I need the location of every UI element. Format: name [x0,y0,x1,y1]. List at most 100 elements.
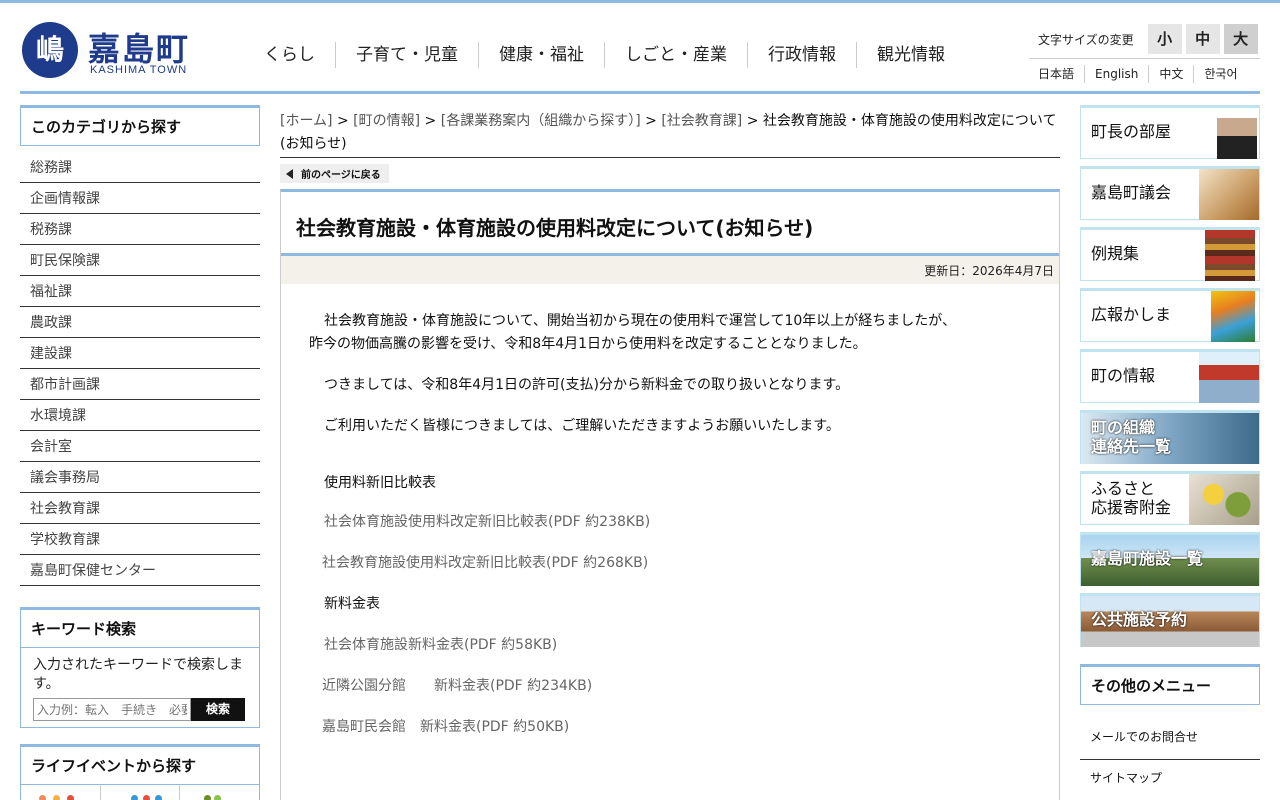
language-switcher: 日本語 English 中文 한국어 [1030,58,1260,83]
pdf-link-sports-comparison[interactable]: 社会体育施設使用料改定新旧比較表(PDF 約238KB) [309,511,1031,534]
magazine-icon [1211,291,1255,342]
keyword-search-description: 入力されたキーワードで検索します。 [33,657,243,692]
other-menu-contact-mail[interactable]: メールでのお問合せ [1080,719,1260,760]
lang-korean[interactable]: 한국어 [1193,65,1247,83]
category-item[interactable]: 水環境課 [20,400,260,431]
category-item[interactable]: 議会事務局 [20,462,260,493]
banner-kouhou[interactable]: 広報かしま [1080,288,1260,342]
banner-label-line-1: 町の組織 [1091,418,1156,437]
banner-facility-list[interactable]: 嘉島町施設一覧 [1080,532,1260,586]
nav-kanko[interactable]: 観光情報 [856,42,965,68]
banner-label: 町長の部屋 [1091,122,1172,141]
pdf-link-town-hall-fees[interactable]: 嘉島町民会館 新料金表(PDF 約50KB) [309,716,1031,739]
other-menu-title: その他のメニュー [1080,664,1260,705]
category-item[interactable]: 総務課 [20,152,260,183]
breadcrumb-home[interactable]: [ホーム] [280,113,333,129]
nav-shigoto[interactable]: しごと・産業 [604,42,747,68]
pdf-link-sports-new-fees[interactable]: 社会体育施設新料金表(PDF 約58KB) [309,634,1031,657]
article-body: 社会教育施設・体育施設について、開始当初から現在の使用料で運営して10年以上が経… [281,284,1059,739]
category-list: 総務課 企画情報課 税務課 町民保険課 福祉課 農政課 建設課 都市計画課 水環… [20,152,260,586]
banner-label: 町の組織 連絡先一覧 [1091,418,1171,456]
category-item[interactable]: 都市計画課 [20,369,260,400]
banner-facility-reservation[interactable]: 公共施設予約 [1080,593,1260,647]
keyword-search-box: キーワード検索 入力されたキーワードで検索します。 検索 [20,607,260,728]
other-menu-list: メールでのお問合せ サイトマップ [1080,719,1260,800]
council-photo-icon [1199,169,1259,220]
category-item[interactable]: 嘉島町保健センター [20,555,260,586]
pdf-link-park-annex-fees[interactable]: 近隣公園分館 新料金表(PDF 約234KB) [309,675,1031,698]
mayor-photo-icon [1217,108,1257,159]
font-size-small-button[interactable]: 小 [1147,24,1182,54]
banner-label-line-2: 応援寄附金 [1091,498,1172,517]
breadcrumb-social-education[interactable]: [社会教育課] [661,113,742,129]
keyword-search-input[interactable] [33,698,191,721]
category-title: このカテゴリから探す [20,105,260,146]
banner-label: ふるさと 応援寄附金 [1091,479,1171,517]
updated-date: 更新日：2026年4月7日 [281,256,1059,284]
font-size-switcher: 文字サイズの変更 小 中 大 [1038,24,1258,54]
other-menu-sitemap[interactable]: サイトマップ [1080,760,1260,800]
breadcrumb: [ホーム] > [町の情報] > [各課業務案内（組織から探す）] > [社会教… [280,110,1060,158]
page-title: 社会教育施設・体育施設の使用料改定について(お知らせ) [281,192,1059,256]
font-size-label: 文字サイズの変更 [1038,32,1134,47]
life-event-box: ライフイベントから探す [20,744,260,800]
paragraph-2: つきましては、令和8年4月1日の許可(支払)分から新料金での取り扱いとなります。 [324,377,850,393]
global-nav: くらし 子育て・児童 健康・福祉 しごと・産業 行政情報 観光情報 [250,42,965,68]
nav-gyosei[interactable]: 行政情報 [747,42,856,68]
category-item[interactable]: 税務課 [20,214,260,245]
banner-furusato-donation[interactable]: ふるさと 応援寄附金 [1080,471,1260,525]
category-item[interactable]: 会計室 [20,431,260,462]
local-produce-icon [1189,474,1259,525]
category-item[interactable]: 農政課 [20,307,260,338]
font-size-medium-button[interactable]: 中 [1185,24,1220,54]
breadcrumb-separator: > [742,113,763,129]
back-button-label: 前のページに戻る [301,170,381,181]
books-icon [1205,230,1255,281]
font-size-large-button[interactable]: 大 [1223,24,1258,54]
category-item[interactable]: 福祉課 [20,276,260,307]
top-accent-bar [0,0,1280,3]
life-event-icon[interactable] [180,785,259,800]
keyword-search-title: キーワード検索 [20,607,260,648]
paragraph-1-line-2: 昨今の物価高騰の影響を受け、令和8年4月1日から使用料を改定することとなりました… [309,336,867,352]
category-item[interactable]: 建設課 [20,338,260,369]
breadcrumb-separator: > [420,113,441,129]
breadcrumb-separator: > [332,113,354,129]
banner-regulations[interactable]: 例規集 [1080,227,1260,281]
life-event-icons [20,785,260,800]
lang-chinese[interactable]: 中文 [1148,65,1193,83]
lang-japanese[interactable]: 日本語 [1030,65,1084,83]
site-logo[interactable]: 嶋 嘉島町 KASHIMA TOWN [22,22,202,82]
category-item[interactable]: 町民保険課 [20,245,260,276]
banner-label-line-2: 連絡先一覧 [1091,437,1172,456]
banner-town-info[interactable]: 町の情報 [1080,349,1260,403]
header-divider [20,91,1260,94]
breadcrumb-separator: > [640,113,662,129]
banner-label: 町の情報 [1091,366,1156,385]
breadcrumb-town-info[interactable]: [町の情報] [353,113,420,129]
section-heading-new-fees: 新料金表 [324,596,380,612]
pdf-link-education-comparison[interactable]: 社会教育施設使用料改定新旧比較表(PDF 約268KB) [309,552,1031,575]
banner-label: 公共施設予約 [1091,610,1188,629]
life-event-icon[interactable] [101,785,181,800]
banner-label: 広報かしま [1091,305,1172,324]
nav-kenko[interactable]: 健康・福祉 [478,42,604,68]
category-item[interactable]: 企画情報課 [20,183,260,214]
logo-subtitle: KASHIMA TOWN [90,64,188,76]
breadcrumb-departments[interactable]: [各課業務案内（組織から探す）] [441,113,641,129]
banner-town-council[interactable]: 嘉島町議会 [1080,166,1260,220]
keyword-search-button[interactable]: 検索 [191,698,245,721]
article-box: 社会教育施設・体育施設の使用料改定について(お知らせ) 更新日：2026年4月7… [280,189,1060,800]
banner-organization-contacts[interactable]: 町の組織 連絡先一覧 [1080,410,1260,464]
back-button[interactable]: 前のページに戻る [280,164,389,183]
category-item[interactable]: 学校教育課 [20,524,260,555]
banner-mayor-room[interactable]: 町長の部屋 [1080,105,1260,159]
life-event-icon[interactable] [21,785,101,800]
life-event-title: ライフイベントから探す [20,744,260,785]
category-item[interactable]: 社会教育課 [20,493,260,524]
paragraph-1-line-1: 社会教育施設・体育施設について、開始当初から現在の使用料で運営して10年以上が経… [324,313,956,329]
nav-kosodate[interactable]: 子育て・児童 [335,42,478,68]
nav-kurashi[interactable]: くらし [250,42,335,68]
lang-english[interactable]: English [1084,65,1148,83]
other-menu-box: その他のメニュー メールでのお問合せ サイトマップ [1080,664,1260,800]
